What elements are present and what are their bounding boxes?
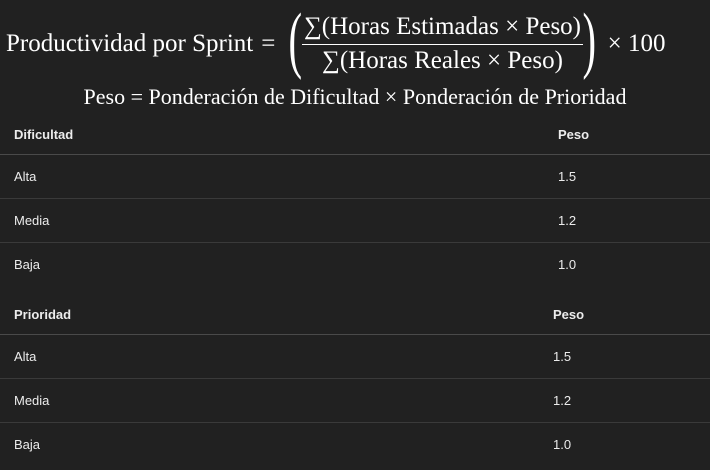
table-row: Alta 1.5 [0, 154, 710, 199]
table-row: Baja 1.0 [0, 423, 710, 467]
formula-left-paren: ( [288, 0, 303, 81]
row-label: Baja [14, 437, 41, 452]
dificultad-weights-table: Dificultad Peso Alta 1.5 Media 1.2 Baja … [0, 114, 710, 286]
row-peso: 1.5 [544, 154, 710, 199]
row-label: Media [0, 198, 544, 243]
row-peso: 1.0 [558, 257, 577, 272]
table-row: Alta 1.5 [0, 334, 710, 379]
formula-equals: = [261, 30, 276, 57]
table-row: Media 1.2 [0, 378, 710, 423]
row-peso: 1.2 [544, 198, 710, 243]
row-peso: 1.0 [553, 437, 572, 452]
row-label: Baja [14, 257, 41, 272]
formula-denominator: ∑(Horas Reales × Peso) [322, 47, 563, 74]
row-peso: 1.5 [539, 334, 710, 379]
column-header-prioridad: Prioridad [0, 294, 539, 335]
table-row: Baja 1.0 [0, 243, 710, 287]
row-label: Media [0, 378, 539, 423]
formula-right-paren: ) [582, 0, 597, 81]
productivity-formula: Productividad por Sprint = ( ∑(Horas Est… [0, 0, 710, 88]
table-header-row: Dificultad Peso [0, 114, 710, 155]
table-header-row: Prioridad Peso [0, 294, 710, 335]
formula-numerator: ∑(Horas Estimadas × Peso) [301, 13, 583, 45]
formula-fraction: ∑(Horas Estimadas × Peso) ∑(Horas Reales… [301, 13, 583, 75]
weight-definition-formula: Peso = Ponderación de Dificultad × Ponde… [83, 84, 627, 109]
formula-multiplier: × 100 [607, 30, 666, 57]
row-label: Alta [0, 154, 544, 199]
column-header-dificultad: Dificultad [0, 114, 544, 155]
formula-lhs: Productividad por Sprint [6, 30, 254, 57]
column-header-peso: Peso [539, 294, 710, 335]
column-header-peso: Peso [544, 114, 710, 155]
row-label: Alta [0, 334, 539, 379]
row-peso: 1.2 [539, 378, 710, 423]
prioridad-weights-table: Prioridad Peso Alta 1.5 Media 1.2 Baja 1… [0, 294, 710, 466]
table-row: Media 1.2 [0, 198, 710, 243]
